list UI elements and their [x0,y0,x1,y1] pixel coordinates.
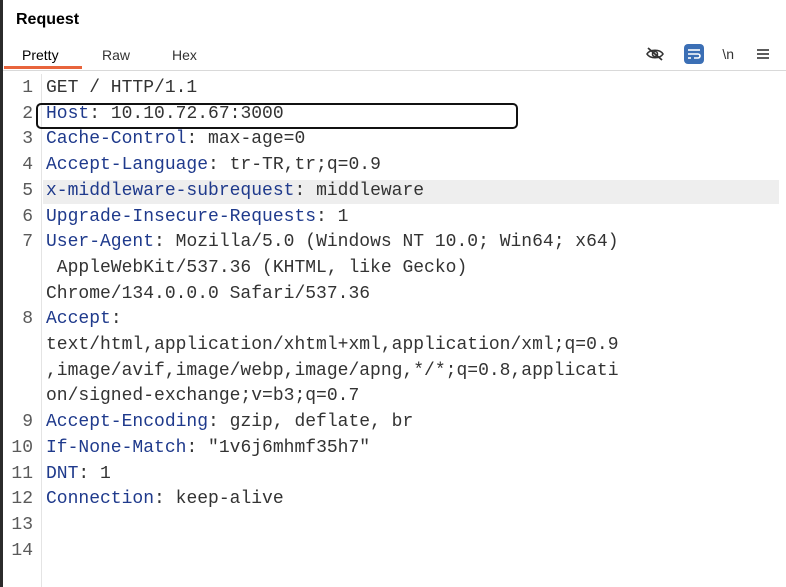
code-line: Accept: [46,309,122,329]
line-number: 5 [22,180,33,201]
code-line: text/html,application/xhtml+xml,applicat… [46,335,619,355]
header-name: Connection [46,489,155,510]
header-value: tr-TR,tr;q=0.9 [229,155,381,176]
header-separator: : [186,437,209,458]
header-value: keep-alive [175,489,284,510]
header-name: User-Agent [46,232,155,253]
line-number: 8 [22,309,33,330]
code-line: DNT: 1 [46,464,111,484]
header-separator: : [186,129,209,150]
header-value: 1 [337,206,349,227]
code-line: Accept-Language: tr-TR,tr;q=0.9 [46,155,381,175]
code-line: Accept-Encoding: gzip, deflate, br [46,412,413,432]
header-name: Upgrade-Insecure-Requests [46,206,317,227]
header-name: Accept-Encoding [46,412,209,433]
header-separator: : [154,489,176,510]
request-editor[interactable]: 1 GET / HTTP/1.1 2 Host: 10.10.72.67:3000 3 C… [3,74,786,587]
eye-off-icon[interactable] [644,43,666,65]
header-name: Cache-Control [46,129,187,150]
header-name: x-middleware-subrequest [46,180,295,201]
tab-hex[interactable]: Hex [172,44,197,66]
header-value: 1 [100,463,111,484]
code-line: Connection: keep-alive [46,489,284,509]
header-separator: : [78,463,101,484]
tab-pretty[interactable]: Pretty [22,44,59,66]
header-value: text/html,application/xhtml+xml,applicat… [46,335,619,355]
header-separator: : [208,155,230,176]
header-separator: : [294,180,317,201]
line-number: 13 [11,514,33,535]
line-number: 11 [11,463,33,484]
code-line: ,image/avif,image/webp,image/apng,*/*;q=… [46,361,619,381]
tab-raw[interactable]: Raw [102,44,130,66]
header-value: max-age=0 [208,129,306,150]
line-number: 6 [22,206,33,227]
line-number: 9 [22,412,33,433]
line-number: 7 [22,232,33,253]
header-value: "1v6j6mhmf35h7" [208,437,371,458]
line-number: 3 [22,129,33,150]
header-value: Mozilla/5.0 (Windows NT 10.0; Win64; x64… [175,232,619,253]
header-value: Chrome/134.0.0.0 Safari/537.36 [46,283,371,304]
editor-toolbar: \n [644,42,774,66]
annotation-box [36,103,518,129]
header-value: middleware [316,180,425,201]
header-separator: : [154,232,176,253]
gutter-divider [41,74,42,587]
line-number: 12 [11,489,33,510]
header-separator: : [208,412,230,433]
header-value: GET / HTTP/1.1 [46,78,198,98]
line-number: 10 [11,437,33,458]
header-name: Accept-Language [46,155,209,176]
line-number: 2 [22,103,33,124]
wrap-lines-icon[interactable] [684,44,705,64]
code-line: Chrome/134.0.0.0 Safari/537.36 [46,284,370,304]
request-panel: Request Pretty Raw Hex \n 1 GET / HTTP/1… [0,0,786,587]
header-name: DNT [46,463,79,484]
code-line: Cache-Control: max-age=0 [46,129,305,149]
header-value: gzip, deflate, br [229,412,414,433]
code-line: GET / HTTP/1.1 [46,78,197,98]
header-value: ,image/avif,image/webp,image/apng,*/*;q=… [46,360,619,381]
header-name: Accept [46,309,111,330]
newline-toggle[interactable]: \n [722,46,734,62]
panel-title: Request [16,11,80,28]
code-line: If-None-Match: "1v6j6mhmf35h7" [46,438,370,458]
active-tab-indicator [4,66,82,69]
line-number: 4 [22,155,33,176]
header-name: If-None-Match [46,437,187,458]
code-line: AppleWebKit/537.36 (KHTML, like Gecko) [46,258,467,278]
code-line: User-Agent: Mozilla/5.0 (Windows NT 10.0… [46,232,619,252]
code-line: x-middleware-subrequest: middleware [46,181,424,201]
code-line: on/signed-exchange;v=b3;q=0.7 [46,386,359,406]
header-separator: : [316,206,338,227]
header-value: AppleWebKit/537.36 (KHTML, like Gecko) [46,257,468,278]
menu-icon[interactable] [752,43,774,65]
header-divider [3,70,786,71]
header-value: on/signed-exchange;v=b3;q=0.7 [46,386,360,407]
code-line: Upgrade-Insecure-Requests: 1 [46,207,348,227]
header-separator: : [110,309,122,330]
line-number: 1 [22,78,33,98]
line-number: 14 [11,540,33,561]
